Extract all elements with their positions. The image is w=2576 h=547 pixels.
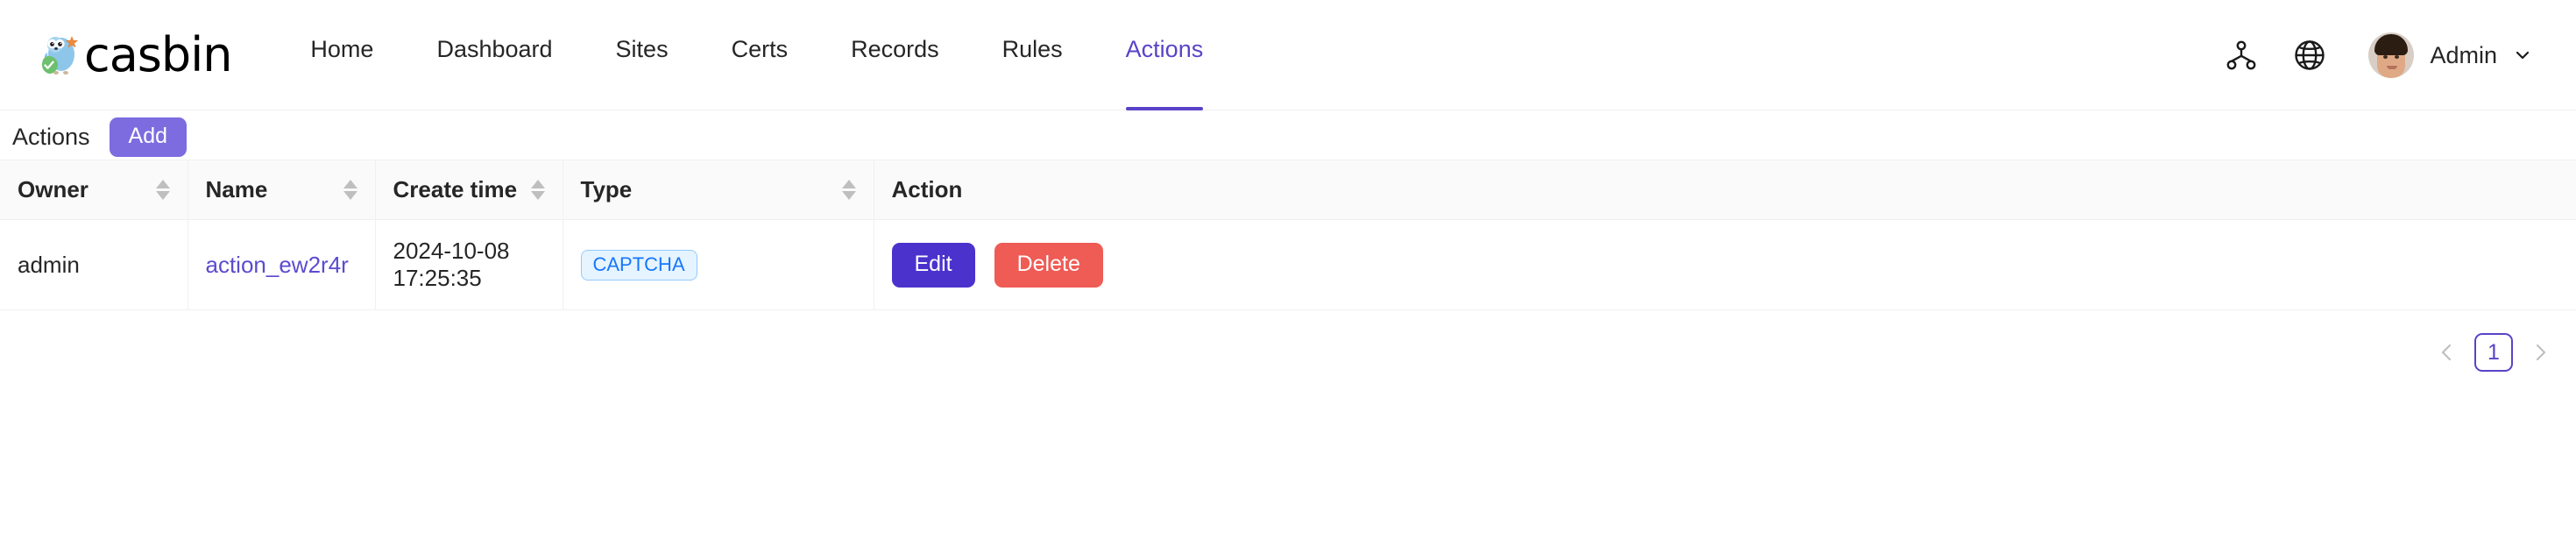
column-header-create-time[interactable]: Create time [375,160,563,220]
globe-icon[interactable] [2291,37,2328,74]
brand-name: casbin [84,32,231,79]
column-header-name[interactable]: Name [188,160,375,220]
cell-action: Edit Delete [874,220,2576,310]
app-header: casbin Home Dashboard Sites Certs Record… [0,0,2576,110]
pagination: 1 [0,310,2576,372]
edit-button[interactable]: Edit [892,243,975,288]
table-header-row: Owner Name Cre [0,160,2576,220]
column-header-owner-label: Owner [18,176,88,203]
column-header-create-time-label: Create time [393,176,518,203]
brand-logo-link[interactable]: casbin [39,0,231,110]
main-navigation: Home Dashboard Sites Certs Records Rules… [279,0,2223,110]
sort-toggle-name-icon[interactable] [343,180,357,200]
chevron-right-icon[interactable] [2527,333,2553,372]
column-header-owner[interactable]: Owner [0,160,188,220]
cell-name: action_ew2r4r [188,220,375,310]
account-menu[interactable]: Admin [2368,32,2532,78]
action-name-link[interactable]: action_ew2r4r [206,252,349,278]
column-header-action-label: Action [892,176,963,203]
column-header-type[interactable]: Type [563,160,874,220]
casbin-gopher-logo-icon [39,33,82,77]
cell-type: CAPTCHA [563,220,874,310]
header-actions: Admin [2223,0,2537,110]
sitemap-icon[interactable] [2223,37,2260,74]
sort-toggle-type-icon[interactable] [842,180,856,200]
account-name: Admin [2430,42,2497,69]
delete-button[interactable]: Delete [994,243,1103,288]
chevron-left-icon[interactable] [2434,333,2460,372]
sort-toggle-owner-icon[interactable] [156,180,170,200]
chevron-down-icon [2513,46,2532,65]
page-number-1[interactable]: 1 [2474,333,2513,372]
cell-owner: admin [0,220,188,310]
page-title: Actions [12,125,90,149]
table-row: admin action_ew2r4r 2024-10-08 17:25:35 … [0,220,2576,310]
actions-table: Owner Name Cre [0,160,2576,310]
column-header-name-label: Name [206,176,268,203]
nav-item-certs[interactable]: Certs [700,0,820,110]
nav-item-dashboard[interactable]: Dashboard [405,0,584,110]
status-badge: CAPTCHA [581,250,697,281]
nav-item-sites[interactable]: Sites [584,0,700,110]
nav-item-records[interactable]: Records [819,0,971,110]
column-header-action: Action [874,160,2576,220]
nav-item-home[interactable]: Home [279,0,405,110]
nav-item-rules[interactable]: Rules [971,0,1094,110]
nav-item-actions[interactable]: Actions [1094,0,1235,110]
sort-toggle-create-time-icon[interactable] [531,180,545,200]
table-toolbar: Actions Add [0,110,2576,160]
add-button[interactable]: Add [110,117,187,157]
cell-create-time: 2024-10-08 17:25:35 [375,220,563,310]
avatar [2368,32,2414,78]
column-header-type-label: Type [581,176,633,203]
